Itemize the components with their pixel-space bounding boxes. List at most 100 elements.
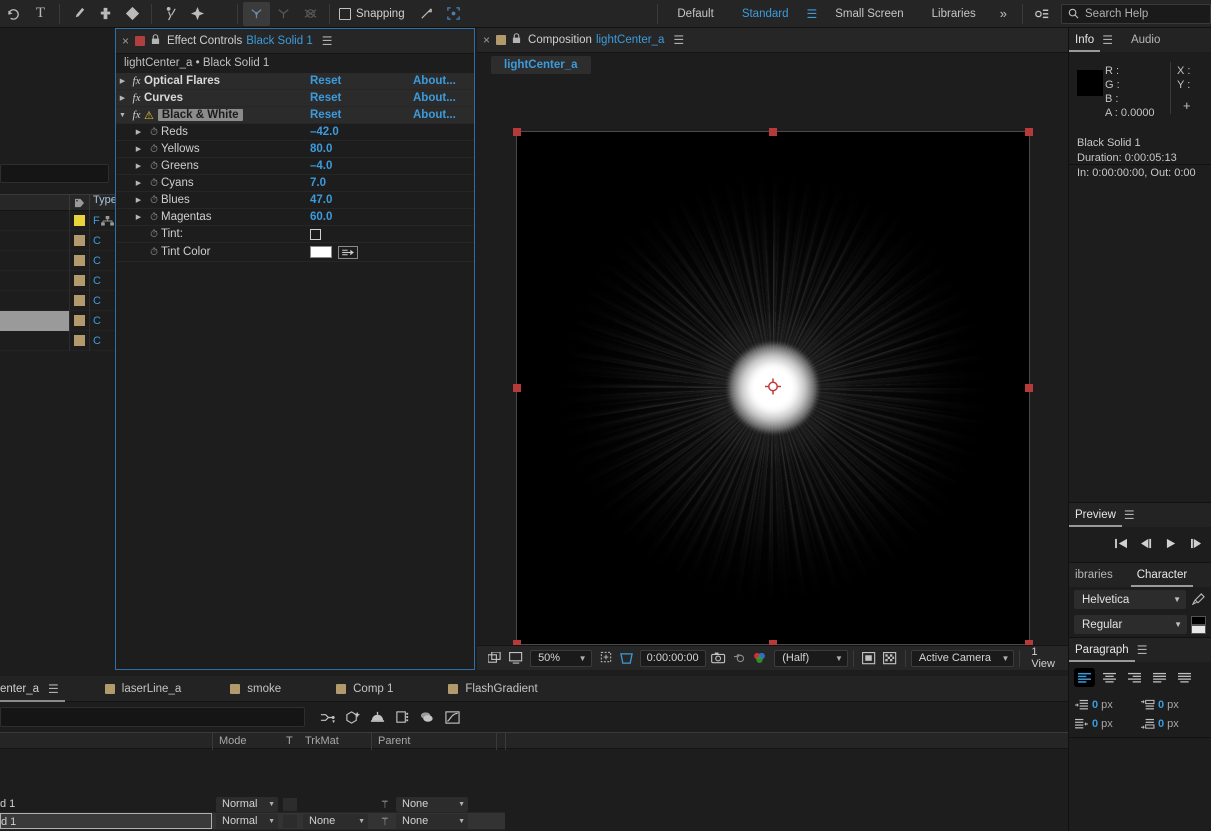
effect-row-optical-flares[interactable]: ▶ fx Optical Flares Reset About... (116, 73, 474, 90)
parent-pickwhip-icon[interactable]: ⚚ (380, 798, 390, 811)
space-before-paragraph-field[interactable]: 0 px (1140, 695, 1206, 714)
brainstorm-icon[interactable] (390, 705, 415, 729)
project-row[interactable]: F (0, 210, 115, 231)
space-after-paragraph-field[interactable]: 0 px (1140, 714, 1206, 733)
project-row-label-color[interactable] (69, 230, 89, 251)
timeline-tab-comp1[interactable]: Comp 1 (336, 676, 393, 702)
layer-parent-dropdown[interactable]: None ▼ (396, 796, 468, 812)
project-row-label-color[interactable] (69, 270, 89, 291)
view-axis-mode-icon[interactable] (297, 2, 324, 26)
rotate-tool-icon[interactable] (0, 2, 27, 26)
chevron-right-icon[interactable]: ▶ (132, 213, 145, 221)
effect-controls-tab[interactable]: × Effect Controls Black Solid 1 ☰ (116, 29, 338, 54)
layer-t-toggle[interactable] (283, 814, 297, 828)
show-channel-icon[interactable] (750, 647, 771, 669)
effect-about-button[interactable]: About... (413, 109, 456, 121)
timeline-tab-flashgradient[interactable]: FlashGradient (448, 676, 538, 702)
property-row-tint-color[interactable]: ⏱ Tint Color (116, 243, 474, 262)
preserve-constant-vertex-icon[interactable] (440, 2, 467, 26)
stopwatch-icon[interactable]: ⏱ (147, 161, 161, 172)
tab-preview[interactable]: Preview (1069, 503, 1122, 527)
property-value[interactable]: 47.0 (310, 194, 332, 206)
workspace-overflow-button[interactable]: » (990, 6, 1017, 21)
composition-subtab[interactable]: lightCenter_a (491, 55, 591, 74)
project-row[interactable]: C (0, 290, 115, 311)
project-search-input[interactable] (0, 164, 109, 183)
chevron-right-icon[interactable]: ▶ (116, 94, 129, 102)
layer-t-toggle[interactable] (283, 797, 297, 811)
transform-handle-tr[interactable] (1024, 128, 1033, 136)
effect-reset-button[interactable]: Reset (310, 92, 341, 104)
close-icon[interactable]: × (483, 33, 490, 47)
layer-parent-dropdown[interactable]: None ▼ (396, 813, 468, 829)
camera-icon[interactable] (709, 647, 730, 669)
timeline-tab-lightcenter[interactable]: enter_a ☰ (0, 676, 65, 702)
layer-trkmat-dropdown[interactable]: None ▼ (303, 813, 368, 829)
composition-canvas[interactable] (512, 128, 1033, 648)
project-row[interactable]: C (0, 250, 115, 271)
clone-stamp-tool-icon[interactable] (92, 2, 119, 26)
property-row-cyans[interactable]: ▶ ⏱ Cyans 7.0 (116, 175, 474, 192)
transform-handle-ml[interactable] (512, 384, 521, 392)
layer-name[interactable]: d 1 (0, 813, 212, 829)
timeline-layer-row[interactable]: d 1 Normal ▼ None ▼ ⚚ None ▼ (0, 813, 505, 830)
property-value[interactable]: –42.0 (310, 126, 339, 138)
stopwatch-icon[interactable]: ⏱ (147, 212, 161, 223)
close-icon[interactable]: × (122, 34, 129, 48)
graph-editor-icon[interactable] (440, 705, 465, 729)
previous-frame-button[interactable] (1140, 538, 1153, 552)
project-row-label-color[interactable] (69, 210, 89, 231)
snap-target-icon[interactable] (413, 2, 440, 26)
parent-pickwhip-icon[interactable]: ⚚ (380, 815, 390, 828)
project-row-label-color[interactable] (69, 290, 89, 311)
workspace-small-screen[interactable]: Small Screen (821, 0, 917, 28)
composition-viewport[interactable] (477, 76, 1068, 673)
effect-reset-button[interactable]: Reset (310, 109, 341, 121)
chevron-right-icon[interactable]: ▶ (132, 145, 145, 153)
chevron-right-icon[interactable]: ▶ (116, 77, 129, 85)
shy-layers-icon[interactable] (315, 705, 340, 729)
property-value[interactable]: 80.0 (310, 143, 332, 155)
project-row[interactable]: C (0, 330, 115, 351)
project-column-type[interactable]: Type (89, 194, 117, 211)
tab-paragraph[interactable]: Paragraph (1069, 638, 1135, 662)
composition-tab[interactable]: × Composition lightCenter_a ☰ (477, 28, 690, 53)
workspace-default[interactable]: Default (663, 0, 727, 28)
align-center-button[interactable] (1099, 668, 1120, 687)
next-frame-button[interactable] (1190, 538, 1203, 552)
puppet-pin-tool-icon[interactable] (184, 2, 211, 26)
font-style-dropdown[interactable]: Regular ▼ (1074, 615, 1187, 634)
property-value[interactable]: –4.0 (310, 160, 332, 172)
current-time-field[interactable]: 0:00:00:00 (639, 649, 706, 667)
chevron-right-icon[interactable]: ▶ (132, 162, 145, 170)
panel-menu-icon[interactable]: ☰ (1137, 643, 1148, 657)
roto-brush-tool-icon[interactable] (157, 2, 184, 26)
align-left-button[interactable] (1074, 668, 1095, 687)
show-snapshot-icon[interactable] (729, 647, 750, 669)
toggle-mask-icon[interactable] (879, 647, 900, 669)
chevron-right-icon[interactable]: ▶ (132, 128, 145, 136)
anchor-point-icon[interactable] (763, 377, 783, 400)
eyedropper-icon[interactable] (1190, 593, 1206, 606)
panel-menu-icon[interactable]: ☰ (48, 682, 59, 696)
property-row-greens[interactable]: ▶ ⏱ Greens –4.0 (116, 158, 474, 175)
justify-last-left-button[interactable] (1149, 668, 1170, 687)
chevron-right-icon[interactable]: ▶ (132, 179, 145, 187)
column-header-trkmat[interactable]: TrkMat (305, 735, 339, 747)
stopwatch-icon[interactable]: ⏱ (147, 195, 161, 206)
tab-audio[interactable]: Audio (1125, 28, 1166, 52)
search-help-input[interactable]: Search Help (1061, 3, 1211, 24)
layer-mode-dropdown[interactable]: Normal ▼ (216, 796, 278, 812)
timeline-search-input[interactable] (0, 707, 305, 727)
local-axis-mode-icon[interactable] (243, 1, 270, 26)
play-button[interactable] (1165, 538, 1178, 552)
panel-menu-icon[interactable]: ☰ (322, 34, 333, 48)
stopwatch-icon[interactable]: ⏱ (147, 127, 161, 138)
property-row-yellows[interactable]: ▶ ⏱ Yellows 80.0 (116, 141, 474, 158)
panel-menu-icon[interactable]: ☰ (1102, 33, 1113, 47)
region-of-interest-icon[interactable] (616, 647, 637, 669)
chevron-right-icon[interactable]: ▶ (132, 196, 145, 204)
stopwatch-icon[interactable]: ⏱ (147, 247, 161, 258)
tab-libraries[interactable]: ibraries (1069, 563, 1119, 587)
tint-color-swatch[interactable] (310, 246, 332, 258)
